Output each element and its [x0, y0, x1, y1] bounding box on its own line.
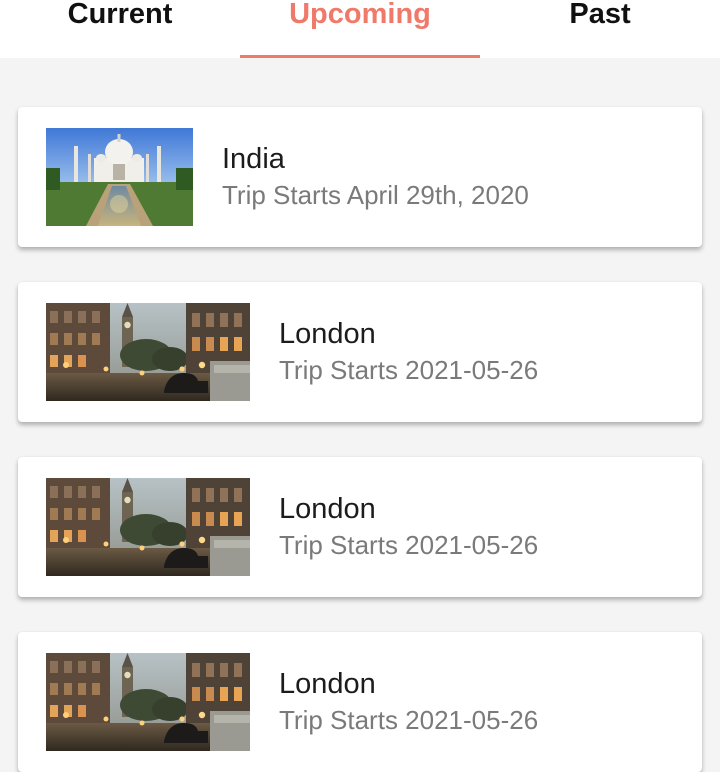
trip-info: India Trip Starts April 29th, 2020	[222, 143, 529, 211]
trip-start-date: Trip Starts April 29th, 2020	[222, 180, 529, 210]
trip-destination: London	[279, 493, 376, 525]
active-tab-indicator	[240, 55, 480, 58]
trip-tab-bar: Current Upcoming Past	[0, 0, 720, 58]
trip-info: London Trip Starts 2021-05-26	[279, 493, 538, 561]
london-street-photo	[46, 303, 250, 401]
trip-card[interactable]: London Trip Starts 2021-05-26	[18, 457, 702, 597]
tab-upcoming[interactable]: Upcoming	[240, 0, 480, 58]
tab-past[interactable]: Past	[480, 0, 720, 58]
trip-info: London Trip Starts 2021-05-26	[279, 668, 538, 736]
london-street-photo	[46, 653, 250, 751]
trip-card[interactable]: India Trip Starts April 29th, 2020	[18, 107, 702, 247]
trip-info: London Trip Starts 2021-05-26	[279, 318, 538, 386]
trip-card[interactable]: London Trip Starts 2021-05-26	[18, 632, 702, 772]
trip-destination: India	[222, 143, 285, 175]
tab-past-label: Past	[569, 0, 631, 30]
trip-card[interactable]: London Trip Starts 2021-05-26	[18, 282, 702, 422]
trip-destination: London	[279, 668, 376, 700]
taj-mahal-photo	[46, 128, 193, 226]
tab-upcoming-label: Upcoming	[289, 0, 431, 30]
trip-start-date: Trip Starts 2021-05-26	[279, 355, 539, 385]
trip-destination: London	[279, 318, 376, 350]
trip-start-date: Trip Starts 2021-05-26	[279, 705, 539, 735]
tab-current-label: Current	[67, 0, 173, 30]
tab-current[interactable]: Current	[0, 0, 240, 58]
london-street-photo	[46, 478, 250, 576]
trip-start-date: Trip Starts 2021-05-26	[279, 530, 539, 560]
